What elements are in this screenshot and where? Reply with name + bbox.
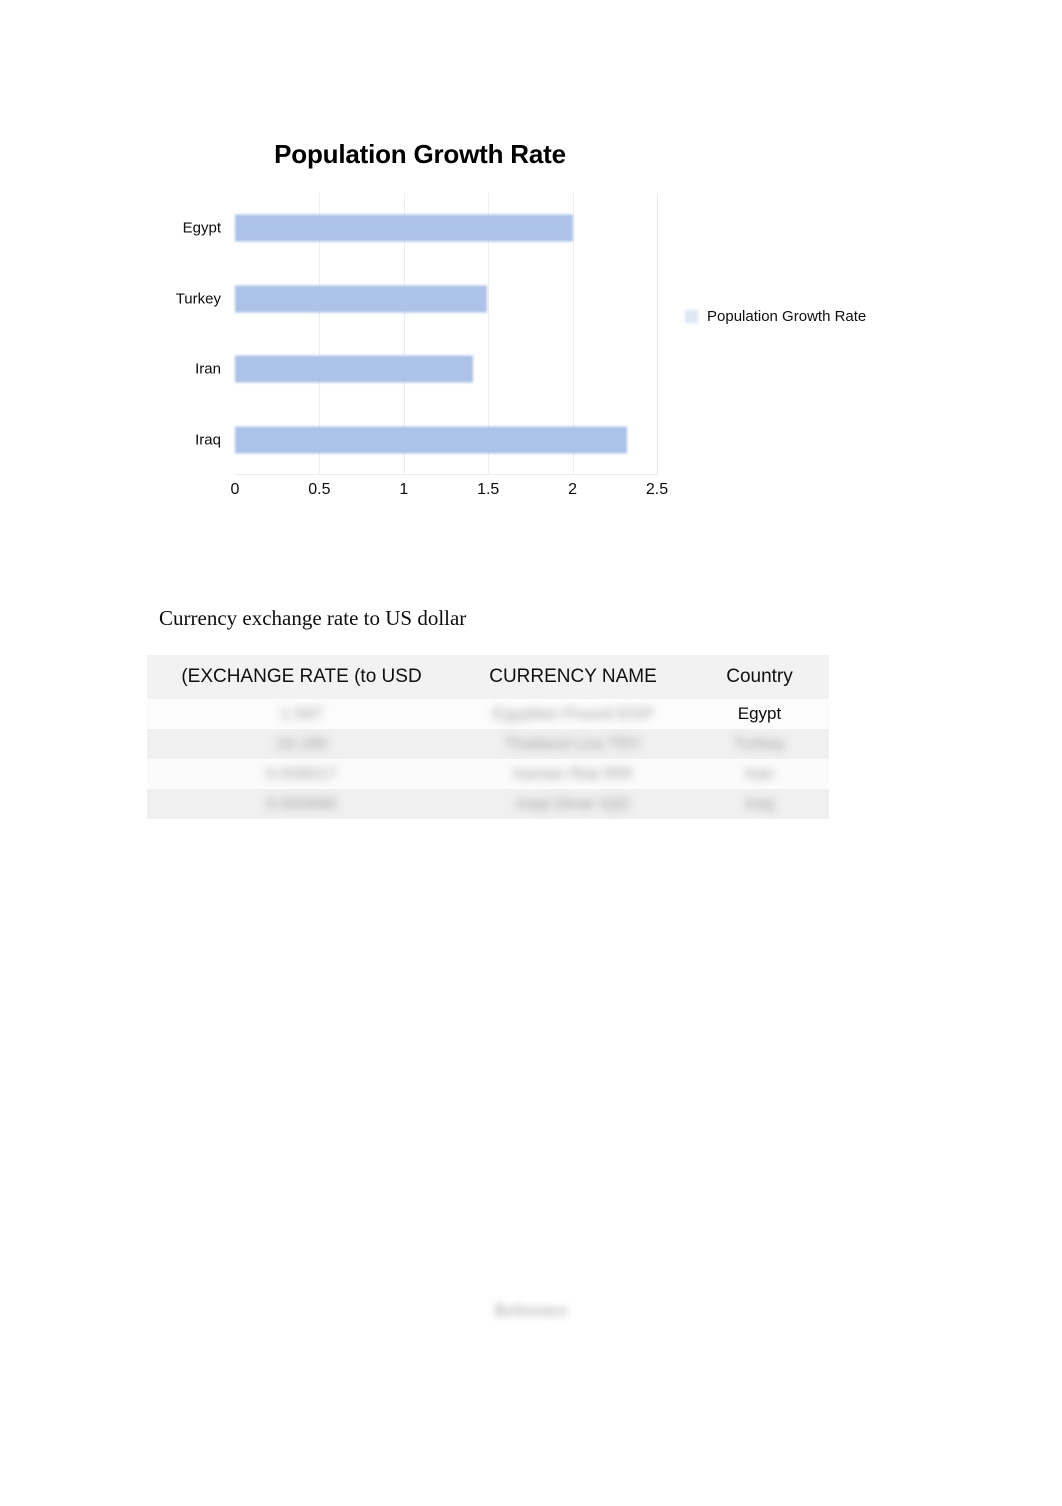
cell-currency-name: Iraqi Dinar IQD <box>456 789 690 819</box>
plot-right-border <box>657 193 658 475</box>
chart-bar-track <box>235 214 657 242</box>
table-row: 0.008017 Iranian Rial IRR Iran <box>147 759 829 789</box>
table-header-row: (EXCHANGE RATE (to USD CURRENCY NAME Cou… <box>147 655 829 699</box>
legend-color-swatch <box>685 310 698 323</box>
cell-country-text: Turkey <box>733 733 786 753</box>
legend-entry-label: Population Growth Rate <box>707 308 867 325</box>
cell-currency-name-text: Egyptian Pound EGP <box>492 703 654 723</box>
x-axis-tick-labels: 0 0.5 1 1.5 2 2.5 <box>231 481 669 507</box>
cell-country: Iraq <box>690 789 829 819</box>
chart-bar-track <box>235 426 657 454</box>
chart-bar-row: Iran <box>195 334 657 405</box>
x-axis-tick-label: 1 <box>399 481 409 498</box>
x-axis-tick-label: 0 <box>230 481 240 498</box>
chart-category-label: Turkey <box>175 290 221 308</box>
cell-exchange-rate: 19.180 <box>147 729 456 759</box>
chart-category-label: Egypt <box>182 219 221 237</box>
chart-body: Egypt Turkey Iran Iraq 0 0.5 1 1.5 2 2.5 Populat… <box>150 193 930 533</box>
chart-title: Population Growth Rate <box>274 139 566 169</box>
cell-currency-name: Egyptian Pound EGP <box>456 699 690 729</box>
cell-country-text: Iraq <box>744 793 775 813</box>
cell-exchange-rate: 1.587 <box>147 699 456 729</box>
cell-exchange-rate: 0.000680 <box>147 789 456 819</box>
table-header: (EXCHANGE RATE (to USD CURRENCY NAME Cou… <box>147 655 829 699</box>
chart-bar-track <box>235 355 657 383</box>
chart-bar-track <box>235 285 657 313</box>
chart-category-label: Iran <box>195 360 221 378</box>
table-body: 1.587 Egyptian Pound EGP Egypt 19.180 Thaila… <box>147 699 829 819</box>
chart-bar <box>235 355 473 383</box>
cell-exchange-rate: 0.008017 <box>147 759 456 789</box>
cell-country-text: Egypt <box>737 703 782 723</box>
cell-exchange-rate-text: 0.000680 <box>266 793 337 813</box>
x-axis-tick-label: 2.5 <box>645 481 669 498</box>
table-row: 19.180 Thailand Lira TRY Turkey <box>147 729 829 759</box>
column-header-exchange-rate: (EXCHANGE RATE (to USD <box>181 666 422 688</box>
table-row: 1.587 Egyptian Pound EGP Egypt <box>147 699 829 729</box>
table-row: 0.000680 Iraqi Dinar IQD Iraq <box>147 789 829 819</box>
chart-bar-row: Iraq <box>195 405 657 476</box>
x-axis-tick-label: 0.5 <box>308 481 331 498</box>
x-axis-tick-label: 2 <box>568 481 578 498</box>
chart-plot-area: Egypt Turkey Iran Iraq <box>176 193 658 476</box>
cell-country: Egypt <box>690 699 829 729</box>
cell-currency-name: Iranian Rial IRR <box>456 759 690 789</box>
column-header-country: Country <box>726 666 793 688</box>
cell-currency-name-text: Iranian Rial IRR <box>513 763 633 783</box>
cell-currency-name-text: Thailand Lira TRY <box>504 733 642 753</box>
column-header-currency-name: CURRENCY NAME <box>489 666 657 688</box>
currency-section-caption: Currency exchange rate to US dollar <box>159 606 467 630</box>
page-footer-text: Reference <box>494 1300 568 1320</box>
cell-exchange-rate-text: 1.587 <box>280 703 323 723</box>
chart-legend: Population Growth Rate <box>685 308 866 325</box>
chart-category-label: Iraq <box>195 431 221 449</box>
chart-bar <box>235 214 573 242</box>
currency-exchange-table: (EXCHANGE RATE (to USD CURRENCY NAME Cou… <box>147 655 829 819</box>
cell-country: Turkey <box>690 729 829 759</box>
cell-exchange-rate-text: 19.180 <box>275 733 328 753</box>
cell-country: Iran <box>690 759 829 789</box>
x-axis-tick-label: 1.5 <box>477 481 500 498</box>
cell-currency-name: Thailand Lira TRY <box>456 729 690 759</box>
chart-bar <box>235 426 627 454</box>
chart-bar-row: Turkey <box>176 264 657 335</box>
cell-exchange-rate-text: 0.008017 <box>266 763 337 783</box>
population-growth-chart: Population Growth Rate Egypt Turkey Iran Ir… <box>150 125 930 545</box>
cell-currency-name-text: Iraqi Dinar IQD <box>516 793 630 813</box>
chart-bar-row: Egypt <box>183 193 657 264</box>
cell-country-text: Iran <box>744 763 775 783</box>
chart-bar <box>235 285 487 313</box>
